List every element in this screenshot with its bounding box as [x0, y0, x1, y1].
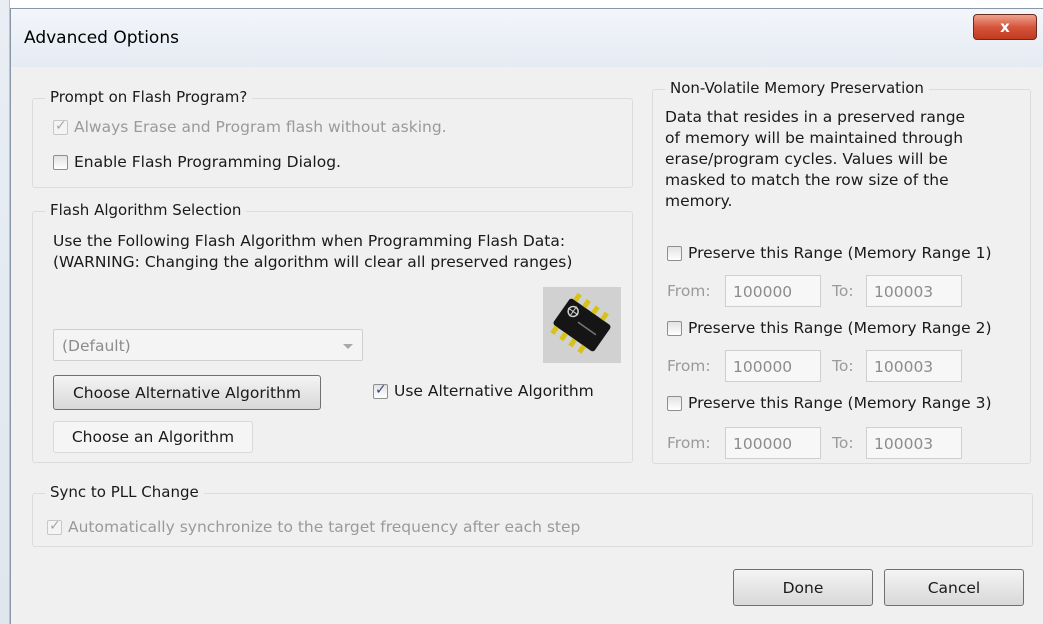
preserve-range-3-checkbox[interactable]	[667, 395, 682, 411]
choose-alternative-algorithm-button[interactable]: Choose Alternative Algorithm	[53, 375, 321, 410]
cancel-button[interactable]: Cancel	[884, 569, 1024, 606]
background-window-edge	[0, 0, 10, 624]
always-erase-label: Always Erase and Program flash without a…	[74, 118, 447, 136]
nvm-description-line: erase/program cycles. Values will be	[665, 150, 948, 168]
preserve-range-1-checkbox[interactable]	[667, 245, 682, 261]
nvm-preservation-legend: Non-Volatile Memory Preservation	[665, 79, 929, 97]
algorithm-dropdown-value: (Default)	[62, 337, 131, 355]
chevron-down-icon	[343, 344, 353, 349]
preserve-range-3-label: Preserve this Range (Memory Range 3)	[688, 394, 992, 412]
nvm-description-line: Data that resides in a preserved range	[665, 108, 966, 126]
ic-chip-icon	[543, 287, 621, 363]
close-button[interactable]: x	[973, 14, 1037, 40]
range-2-to-label: To:	[832, 357, 854, 375]
window-title: Advanced Options	[24, 28, 179, 48]
nvm-description-line: masked to match the row size of the	[665, 171, 949, 189]
range-3-from-label: From:	[667, 434, 711, 452]
enable-flash-dialog-label: Enable Flash Programming Dialog.	[74, 153, 341, 171]
use-alternative-checkbox[interactable]	[373, 382, 388, 399]
auto-sync-checkbox[interactable]	[47, 518, 62, 535]
range-1-from-label: From:	[667, 282, 711, 300]
flash-algorithm-legend: Flash Algorithm Selection	[45, 201, 247, 219]
auto-sync-option[interactable]: Automatically synchronize to the target …	[47, 518, 580, 536]
algorithm-dropdown[interactable]: (Default)	[53, 329, 363, 361]
prompt-on-flash-group: Prompt on Flash Program?	[32, 88, 633, 188]
done-button[interactable]: Done	[733, 569, 873, 606]
enable-flash-dialog-option[interactable]: Enable Flash Programming Dialog.	[53, 153, 341, 171]
preserve-range-3-option[interactable]: Preserve this Range (Memory Range 3)	[667, 394, 992, 412]
range-3-to-input[interactable]: 100003	[866, 427, 962, 459]
range-2-from-input[interactable]: 100000	[725, 350, 821, 382]
range-1-to-label: To:	[832, 282, 854, 300]
pll-sync-legend: Sync to PLL Change	[45, 483, 204, 501]
use-alternative-option[interactable]: Use Alternative Algorithm	[373, 382, 594, 400]
range-2-to-input[interactable]: 100003	[866, 350, 962, 382]
preserve-range-1-option[interactable]: Preserve this Range (Memory Range 1)	[667, 244, 992, 262]
auto-sync-label: Automatically synchronize to the target …	[68, 518, 581, 536]
choose-algorithm-button[interactable]: Choose an Algorithm	[53, 421, 253, 453]
nvm-description: Data that resides in a preserved range o…	[665, 107, 965, 212]
always-erase-checkbox[interactable]	[53, 118, 68, 135]
range-3-from-input[interactable]: 100000	[725, 427, 821, 459]
preserve-range-2-checkbox[interactable]	[667, 320, 682, 336]
range-3-to-label: To:	[832, 434, 854, 452]
algorithm-warning-text: (WARNING: Changing the algorithm will cl…	[53, 253, 573, 271]
range-1-from-input[interactable]: 100000	[725, 275, 821, 307]
title-bar: Advanced Options x	[11, 9, 1043, 67]
range-1-to-input[interactable]: 100003	[866, 275, 962, 307]
enable-flash-dialog-checkbox[interactable]	[53, 154, 68, 170]
dialog-body: Prompt on Flash Program? Always Erase an…	[11, 67, 1043, 624]
nvm-description-line: of memory will be maintained through	[665, 129, 964, 147]
preserve-range-1-label: Preserve this Range (Memory Range 1)	[688, 244, 992, 262]
algorithm-description-line1: Use the Following Flash Algorithm when P…	[53, 232, 566, 250]
prompt-on-flash-legend: Prompt on Flash Program?	[45, 88, 253, 106]
preserve-range-2-option[interactable]: Preserve this Range (Memory Range 2)	[667, 319, 992, 337]
range-2-from-label: From:	[667, 357, 711, 375]
always-erase-option[interactable]: Always Erase and Program flash without a…	[53, 118, 447, 136]
nvm-description-line: memory.	[665, 192, 733, 210]
preserve-range-2-label: Preserve this Range (Memory Range 2)	[688, 319, 992, 337]
use-alternative-label: Use Alternative Algorithm	[394, 382, 594, 400]
close-icon: x	[1000, 18, 1010, 36]
advanced-options-dialog: Advanced Options x Prompt on Flash Progr…	[10, 8, 1043, 624]
